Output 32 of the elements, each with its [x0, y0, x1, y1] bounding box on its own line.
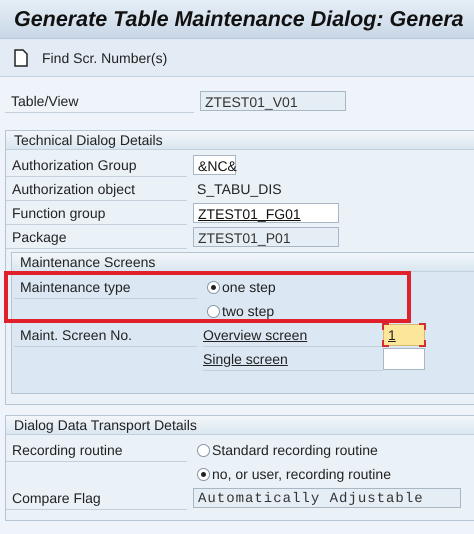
input-field[interactable]: ZTEST01_V01: [200, 91, 346, 111]
find-button[interactable]: Find Scr. Number(s): [10, 46, 172, 68]
field-label: Compare Flag: [6, 486, 187, 510]
field-label: Package: [6, 226, 187, 248]
group-title: Technical Dialog Details: [6, 131, 474, 150]
input-field[interactable]: ZTEST01_P01: [193, 227, 339, 247]
field-label: Authorization object: [6, 178, 187, 200]
field-value: S_TABU_DIS: [196, 181, 282, 197]
field-label: Maint. Screen No.: [14, 324, 197, 346]
window-title: Generate Table Maintenance Dialog: Genera: [14, 6, 464, 32]
radio-label: Standard recording routine: [212, 442, 378, 458]
input-field[interactable]: Automatically Adjustable: [193, 488, 461, 508]
input-field[interactable]: 1: [383, 324, 425, 346]
field-label: Maintenance type: [14, 276, 197, 298]
screen-link[interactable]: Overview screen: [203, 324, 383, 346]
document-icon: [14, 48, 28, 66]
radio-button[interactable]: [197, 468, 210, 480]
radio-button[interactable]: [197, 444, 210, 456]
field-label: Table/View: [5, 90, 194, 112]
input-field[interactable]: [383, 348, 425, 370]
field-label: Authorization Group: [6, 154, 187, 176]
field-label: Recording routine: [6, 438, 187, 462]
radio-button[interactable]: [207, 280, 220, 294]
radio-label: two step: [222, 303, 274, 319]
radio-label: one step: [222, 279, 276, 295]
group-title: Maintenance Screens: [12, 253, 474, 272]
field-label: Function group: [6, 202, 187, 224]
radio-label: no, or user, recording routine: [212, 466, 391, 482]
input-field[interactable]: &NC&: [193, 155, 236, 175]
radio-button[interactable]: [207, 304, 220, 318]
group-title: Dialog Data Transport Details: [6, 416, 474, 435]
input-field[interactable]: ZTEST01_FG01: [193, 203, 339, 223]
